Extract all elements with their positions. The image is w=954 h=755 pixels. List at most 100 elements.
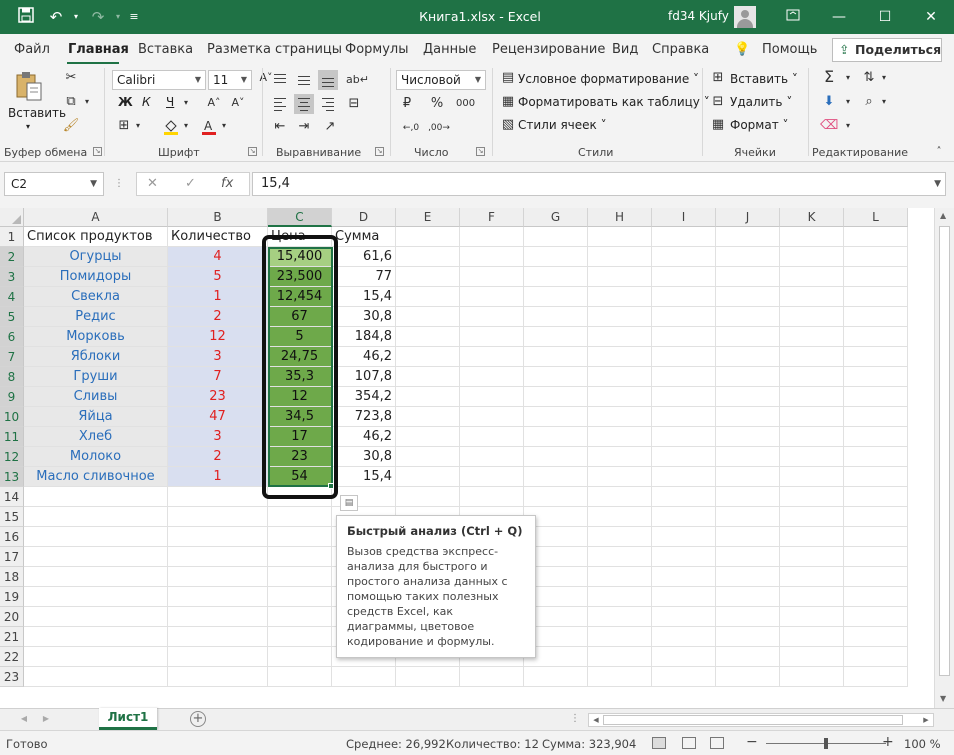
thousands-separator-icon[interactable]: 000 (456, 96, 475, 112)
empty-cell[interactable] (524, 347, 588, 367)
empty-cell[interactable] (780, 407, 844, 427)
empty-cell[interactable] (460, 407, 524, 427)
format-cells-icon[interactable]: ▦ (710, 117, 726, 133)
empty-cell[interactable] (780, 467, 844, 487)
align-bottom-icon[interactable] (318, 70, 338, 90)
empty-cell[interactable] (780, 567, 844, 587)
empty-cell[interactable] (24, 647, 168, 667)
page-break-view-icon[interactable] (710, 737, 724, 749)
empty-cell[interactable] (716, 327, 780, 347)
format-as-table-icon[interactable]: ▦ (500, 94, 516, 110)
empty-cell[interactable] (844, 287, 908, 307)
empty-cell[interactable] (460, 267, 524, 287)
empty-cell[interactable] (168, 647, 268, 667)
horizontal-scrollbar[interactable]: ◀ ▶ (588, 713, 934, 727)
copy-dropdown-icon[interactable]: ▾ (80, 94, 94, 110)
cell-d13[interactable]: 15,4 (332, 467, 396, 487)
column-header-c[interactable]: C (268, 208, 332, 227)
enter-icon[interactable]: ✓ (185, 176, 196, 191)
decrease-decimal-icon[interactable]: ,00→ (428, 120, 450, 136)
cell-styles-button[interactable]: Стили ячеек ˅ (518, 118, 607, 132)
scroll-down-icon[interactable]: ▼ (940, 694, 946, 703)
tab-split-grip-icon[interactable]: ⋮ (570, 711, 580, 727)
cell-d11[interactable]: 46,2 (332, 427, 396, 447)
empty-cell[interactable] (588, 427, 652, 447)
empty-cell[interactable] (780, 427, 844, 447)
empty-cell[interactable] (588, 607, 652, 627)
autosum-icon[interactable]: Σ (820, 69, 838, 85)
empty-cell[interactable] (588, 507, 652, 527)
zoom-level[interactable]: 100 % (904, 737, 941, 751)
empty-cell[interactable] (460, 347, 524, 367)
page-layout-view-icon[interactable] (682, 737, 696, 749)
clipboard-launcher-icon[interactable]: ↘ (93, 147, 102, 156)
empty-cell[interactable] (168, 587, 268, 607)
cell-b6[interactable]: 12 (168, 327, 268, 347)
tab-page-layout[interactable]: Разметка страницы (207, 42, 342, 57)
quick-analysis-icon[interactable]: ▤ (340, 495, 358, 511)
empty-cell[interactable] (716, 587, 780, 607)
empty-cell[interactable] (844, 367, 908, 387)
clear-icon[interactable]: ⌫ (820, 118, 838, 134)
empty-cell[interactable] (396, 667, 460, 687)
bold-button[interactable]: Ж (118, 95, 133, 109)
tab-insert[interactable]: Вставка (138, 42, 193, 57)
empty-cell[interactable] (844, 307, 908, 327)
empty-cell[interactable] (524, 287, 588, 307)
empty-cell[interactable] (524, 247, 588, 267)
empty-cell[interactable] (716, 607, 780, 627)
horizontal-scroll-thumb[interactable] (603, 715, 903, 725)
empty-cell[interactable] (460, 327, 524, 347)
empty-cell[interactable] (524, 267, 588, 287)
cell-b8[interactable]: 7 (168, 367, 268, 387)
row-header-23[interactable]: 23 (0, 667, 24, 687)
empty-cell[interactable] (652, 307, 716, 327)
align-left-icon[interactable] (270, 94, 290, 114)
empty-cell[interactable] (396, 407, 460, 427)
row-header-22[interactable]: 22 (0, 647, 24, 667)
tab-data[interactable]: Данные (423, 42, 476, 57)
row-header-12[interactable]: 12 (0, 447, 24, 467)
empty-cell[interactable] (588, 227, 652, 247)
empty-cell[interactable] (716, 487, 780, 507)
empty-cell[interactable] (780, 447, 844, 467)
autosum-dropdown-icon[interactable]: ▾ (842, 70, 854, 86)
borders-icon[interactable]: ⊞ (116, 118, 132, 134)
format-as-table-button[interactable]: Форматировать как таблицу ˅ (518, 95, 710, 109)
scroll-up-icon[interactable]: ▲ (940, 211, 946, 220)
empty-cell[interactable] (780, 267, 844, 287)
empty-cell[interactable] (844, 247, 908, 267)
empty-cell[interactable] (396, 247, 460, 267)
share-button[interactable]: ⇪ Поделиться (832, 38, 942, 62)
cell-b7[interactable]: 3 (168, 347, 268, 367)
merge-center-icon[interactable]: ⊟ (346, 96, 362, 112)
redo-icon[interactable]: ↷ (88, 7, 108, 27)
empty-cell[interactable] (780, 487, 844, 507)
number-launcher-icon[interactable]: ↘ (476, 147, 485, 156)
row-header-7[interactable]: 7 (0, 347, 24, 367)
column-header-j[interactable]: J (716, 208, 780, 227)
empty-cell[interactable] (652, 667, 716, 687)
empty-cell[interactable] (396, 467, 460, 487)
empty-cell[interactable] (460, 447, 524, 467)
increase-decimal-icon[interactable]: ←,0 (400, 120, 422, 136)
empty-cell[interactable] (396, 487, 460, 507)
empty-cell[interactable] (844, 427, 908, 447)
cell-a9[interactable]: Сливы (24, 387, 168, 407)
empty-cell[interactable] (588, 327, 652, 347)
format-painter-icon[interactable]: 🖌 (62, 118, 80, 134)
empty-cell[interactable] (588, 247, 652, 267)
empty-cell[interactable] (524, 227, 588, 247)
empty-cell[interactable] (588, 307, 652, 327)
empty-cell[interactable] (524, 447, 588, 467)
cell-a13[interactable]: Масло сливочное (24, 467, 168, 487)
cell-a6[interactable]: Морковь (24, 327, 168, 347)
empty-cell[interactable] (716, 307, 780, 327)
undo-dropdown-icon[interactable]: ▾ (66, 7, 86, 27)
empty-cell[interactable] (716, 427, 780, 447)
cell-b10[interactable]: 47 (168, 407, 268, 427)
empty-cell[interactable] (652, 227, 716, 247)
zoom-slider-thumb[interactable] (824, 738, 828, 749)
scroll-left-icon[interactable]: ◀ (591, 712, 601, 728)
cell-d10[interactable]: 723,8 (332, 407, 396, 427)
